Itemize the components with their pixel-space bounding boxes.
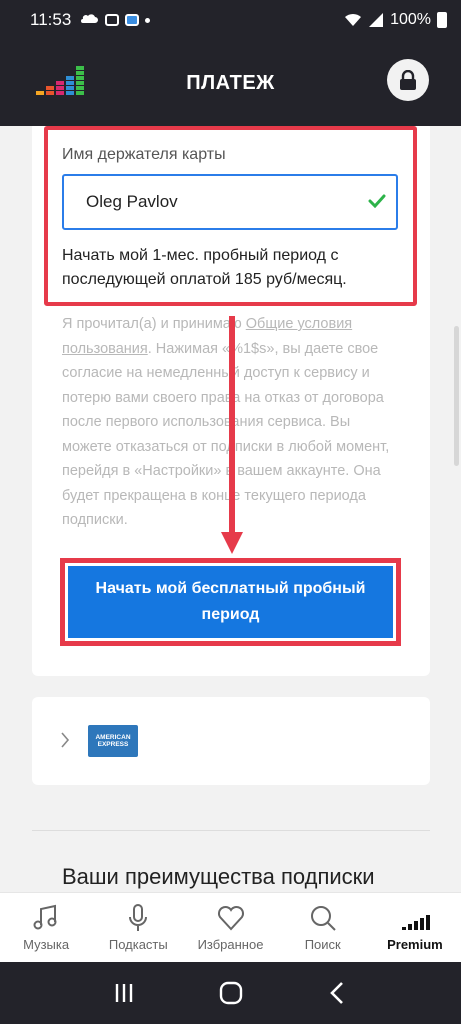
lock-icon	[400, 70, 416, 90]
search-icon	[310, 906, 336, 931]
cardholder-name-field[interactable]: Oleg Pavlov	[62, 174, 398, 230]
start-free-trial-button[interactable]: Начать мой бесплатный пробный период	[68, 566, 393, 638]
weather-icon	[81, 14, 99, 23]
cardholder-name-label: Имя держателя карты	[62, 146, 226, 163]
section-divider	[32, 830, 430, 831]
nav-item-favorites[interactable]: Избранное	[184, 893, 276, 962]
recent-apps-icon[interactable]	[111, 980, 137, 1006]
nav-label-search: Поиск	[304, 937, 341, 952]
status-bar: 11:53 100%	[0, 0, 461, 40]
scrollbar[interactable]	[454, 326, 459, 466]
benefits-heading: Ваши преимущества подписки	[62, 864, 375, 889]
music-note-icon	[33, 904, 57, 930]
amex-line1: AMERICAN	[95, 734, 131, 741]
equalizer-icon	[401, 915, 430, 930]
chevron-right-icon	[61, 732, 70, 748]
payment-content: Имя держателя карты Oleg Pavlov Начать м…	[0, 126, 461, 892]
system-navigation-bar	[0, 962, 461, 1024]
back-icon[interactable]	[325, 980, 351, 1006]
trial-description: Начать мой 1-мес. пробный период с после…	[62, 247, 347, 288]
terms-prefix: Я прочитал(а) и принимаю	[62, 316, 246, 332]
app-header: ПЛАТЕЖ	[0, 40, 461, 126]
app-notification-icon-2	[125, 14, 140, 26]
nav-label-favorites: Избранное	[197, 937, 264, 952]
signal-icon	[369, 13, 384, 27]
nav-item-music[interactable]: Музыка	[0, 893, 92, 962]
checkmark-icon	[368, 194, 386, 208]
secure-lock-button[interactable]	[387, 59, 429, 101]
nav-label-podcasts: Подкасты	[108, 937, 168, 952]
amex-line2: EXPRESS	[97, 741, 129, 748]
nav-label-music: Музыка	[23, 937, 70, 952]
status-right: 100%	[344, 11, 447, 29]
annotation-arrow-icon	[221, 316, 243, 554]
app-notification-icon	[105, 14, 120, 26]
more-notifications-icon	[145, 17, 151, 23]
nav-item-premium[interactable]: Premium	[369, 893, 461, 962]
nav-item-search[interactable]: Поиск	[277, 893, 369, 962]
nav-item-podcasts[interactable]: Подкасты	[92, 893, 184, 962]
nav-label-premium: Premium	[387, 937, 443, 952]
deezer-logo-icon	[36, 66, 84, 95]
microphone-icon	[129, 904, 148, 931]
home-icon[interactable]	[218, 980, 244, 1006]
page-title: ПЛАТЕЖ	[186, 71, 275, 94]
heart-icon	[217, 905, 244, 931]
battery-percent: 100%	[390, 11, 431, 28]
battery-icon	[437, 12, 447, 28]
amex-card-icon: AMERICAN EXPRESS	[88, 725, 138, 757]
notification-icons	[81, 13, 151, 27]
cardholder-name-value: Oleg Pavlov	[86, 192, 178, 211]
bottom-navigation: Музыка Подкасты Избранное Поиск Premium	[0, 892, 461, 962]
status-time: 11:53	[30, 10, 72, 29]
wifi-icon	[345, 13, 362, 26]
payment-method-card[interactable]: AMERICAN EXPRESS	[32, 697, 430, 785]
